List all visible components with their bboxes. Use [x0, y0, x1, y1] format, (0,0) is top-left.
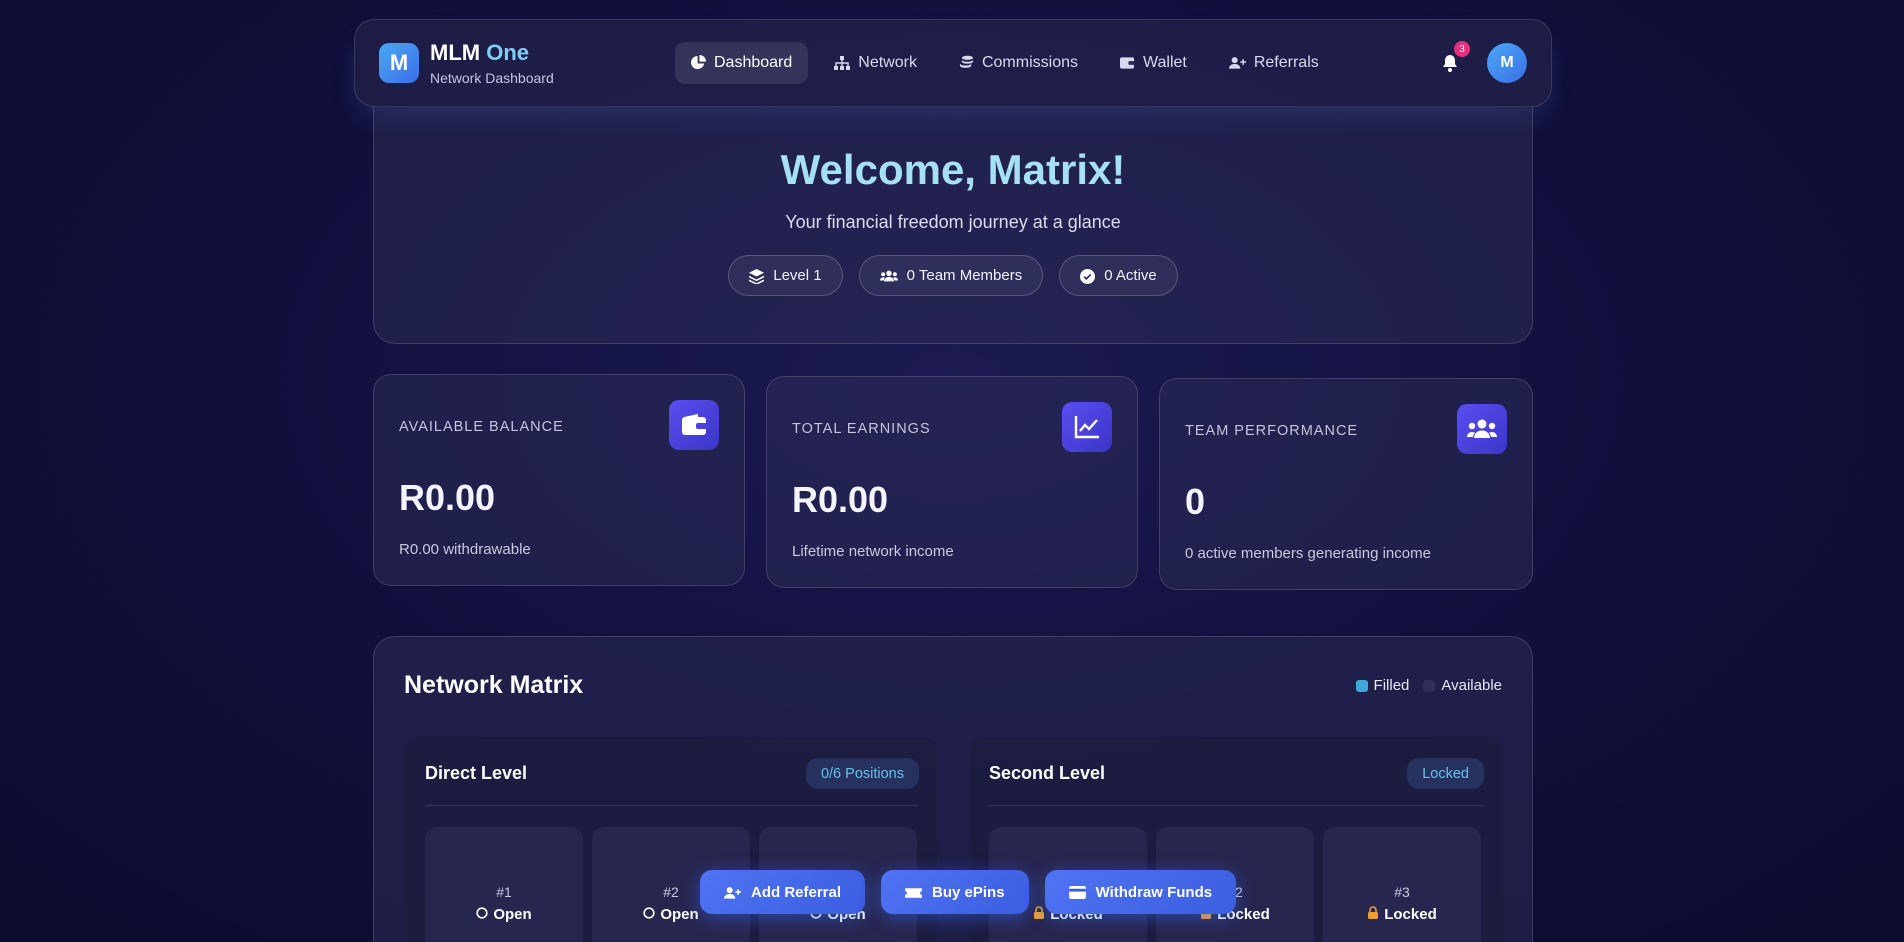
- matrix-slot: #3 Locked: [1323, 827, 1481, 942]
- welcome-subtitle: Your financial freedom journey at a glan…: [785, 212, 1121, 232]
- nav-item-label: Wallet: [1142, 54, 1187, 71]
- nav-item-referrals[interactable]: Referrals: [1213, 42, 1335, 84]
- matrix-title: Network Matrix: [404, 671, 584, 699]
- slot-number: #3: [1394, 884, 1410, 900]
- button-label: Buy ePins: [932, 883, 1005, 901]
- slot-status: Locked: [1323, 906, 1481, 923]
- team-performance-card: TEAM PERFORMANCE 0 0 active members gene…: [1159, 378, 1533, 590]
- nav-item-wallet[interactable]: Wallet: [1104, 42, 1203, 84]
- top-navbar: M MLM One Network Dashboard Dashboard Ne…: [354, 19, 1552, 107]
- stat-value: R0.00: [792, 479, 889, 520]
- users-icon: [1457, 404, 1507, 454]
- slot-number: #1: [496, 884, 512, 900]
- button-label: Withdraw Funds: [1095, 883, 1213, 901]
- slot-status-label: Open: [493, 906, 532, 923]
- buy-epins-button[interactable]: Buy ePins: [881, 870, 1029, 914]
- ticket-icon: [905, 884, 923, 901]
- pill-label: Level 1: [773, 267, 822, 284]
- stat-value: R0.00: [399, 477, 496, 518]
- notification-bell[interactable]: 3: [1439, 41, 1470, 76]
- withdraw-funds-button[interactable]: Withdraw Funds: [1044, 870, 1237, 914]
- nav-right: 3 M: [1439, 41, 1527, 83]
- brand-subtitle: Network Dashboard: [430, 70, 554, 86]
- users-icon: [879, 267, 898, 284]
- divider: [425, 805, 918, 806]
- legend-item-available: Available: [1423, 677, 1502, 694]
- matrix-legend: Filled Available: [1355, 677, 1502, 694]
- open-circle-icon: [643, 906, 655, 923]
- user-avatar[interactable]: M: [1487, 43, 1527, 83]
- legend-swatch-filled: [1355, 679, 1368, 692]
- legend-label: Available: [1441, 677, 1502, 694]
- level-pill: Level 1: [728, 255, 843, 296]
- layers-icon: [749, 267, 765, 284]
- nav-links: Dashboard Network Commissions Wallet Ref…: [675, 42, 1345, 84]
- nav-item-dashboard[interactable]: Dashboard: [675, 42, 809, 84]
- nav-item-network[interactable]: Network: [818, 42, 933, 84]
- legend-item-filled: Filled: [1355, 677, 1410, 694]
- brand-name: MLM One: [430, 40, 554, 66]
- stat-label: TOTAL EARNINGS: [792, 421, 931, 437]
- nav-item-label: Network: [858, 54, 917, 71]
- stat-footnote: R0.00 withdrawable: [399, 541, 531, 558]
- notification-count-badge: 3: [1454, 41, 1470, 57]
- nav-item-label: Commissions: [981, 54, 1078, 71]
- level-title: Direct Level: [425, 763, 528, 783]
- stat-footnote: Lifetime network income: [792, 543, 954, 560]
- nav-item-label: Referrals: [1253, 54, 1319, 71]
- check-circle-icon: [1080, 267, 1096, 284]
- nav-item-commissions[interactable]: Commissions: [943, 42, 1094, 84]
- quick-actions-bar: Add Referral Buy ePins Withdraw Funds: [700, 870, 1237, 914]
- lock-icon: [1367, 906, 1379, 923]
- matrix-slot[interactable]: #1 Open: [425, 827, 583, 942]
- bell-icon: [1439, 55, 1458, 76]
- divider: [989, 805, 1483, 806]
- welcome-panel: Welcome, Matrix! Your financial freedom …: [373, 106, 1533, 344]
- brand-name-accent: One: [486, 40, 530, 65]
- coins-icon: [959, 54, 974, 72]
- open-circle-icon: [476, 906, 488, 923]
- level-title: Second Level: [989, 763, 1106, 783]
- nav-item-label: Dashboard: [714, 54, 793, 71]
- team-members-pill: 0 Team Members: [858, 255, 1044, 296]
- brand-name-main: MLM: [430, 40, 481, 65]
- level-positions-badge: 0/6 Positions: [805, 758, 919, 789]
- pill-label: 0 Team Members: [906, 267, 1023, 284]
- wallet-icon: [669, 400, 719, 450]
- user-plus-icon: [724, 884, 741, 901]
- brand[interactable]: M MLM One Network Dashboard: [379, 40, 675, 86]
- available-balance-card: AVAILABLE BALANCE R0.00 R0.00 withdrawab…: [373, 374, 745, 586]
- user-plus-icon: [1228, 54, 1246, 72]
- line-chart-icon: [1062, 402, 1112, 452]
- button-label: Add Referral: [751, 883, 842, 901]
- pill-label: 0 Active: [1104, 267, 1157, 284]
- sitemap-icon: [834, 54, 851, 72]
- pie-chart-icon: [691, 54, 706, 72]
- total-earnings-card: TOTAL EARNINGS R0.00 Lifetime network in…: [766, 376, 1138, 588]
- credit-card-icon: [1068, 884, 1086, 901]
- stat-label: TEAM PERFORMANCE: [1185, 423, 1359, 439]
- legend-label: Filled: [1373, 677, 1410, 694]
- legend-swatch-available: [1423, 679, 1436, 692]
- level-locked-badge: Locked: [1407, 758, 1484, 789]
- brand-logo: M: [379, 43, 419, 83]
- stat-value: 0: [1185, 481, 1206, 522]
- add-referral-button[interactable]: Add Referral: [700, 870, 866, 914]
- welcome-title: Welcome, Matrix!: [780, 146, 1126, 193]
- stat-label: AVAILABLE BALANCE: [399, 419, 564, 435]
- slot-status: Open: [425, 906, 583, 923]
- slot-status-label: Open: [660, 906, 699, 923]
- brand-text: MLM One Network Dashboard: [430, 40, 554, 86]
- active-members-pill: 0 Active: [1059, 255, 1178, 296]
- wallet-icon: [1119, 54, 1135, 72]
- stat-footnote: 0 active members generating income: [1185, 545, 1431, 562]
- welcome-pills: Level 1 0 Team Members 0 Active: [374, 255, 1532, 296]
- slot-status-label: Locked: [1384, 906, 1437, 923]
